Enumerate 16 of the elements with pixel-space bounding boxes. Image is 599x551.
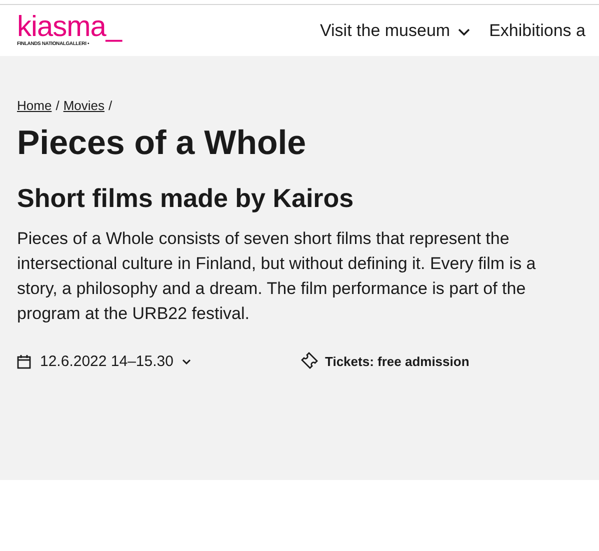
date-dropdown[interactable]: 12.6.2022 14–15.30	[17, 353, 299, 370]
breadcrumb-link[interactable]: Movies	[63, 98, 104, 113]
nav-link[interactable]: Exhibitions a	[489, 20, 586, 40]
tickets-text: Tickets: free admission	[325, 354, 470, 369]
page-title: Pieces of a Whole	[17, 123, 308, 163]
breadcrumb-separator: /	[108, 98, 112, 113]
logo-wordmark[interactable]: kiasma_	[17, 14, 320, 40]
calendar-icon	[17, 354, 31, 369]
breadcrumb-link[interactable]: Home	[17, 98, 52, 113]
chevron-icon	[182, 358, 192, 364]
nav-link[interactable]: Visit the museum	[320, 20, 450, 40]
breadcrumb-separator: /	[56, 98, 60, 113]
ticket-icon	[299, 352, 318, 371]
page-subtitle: Short films made by Kairos	[17, 182, 355, 214]
chevron-icon[interactable]	[458, 28, 470, 36]
description-paragraph: Pieces of a Whole consists of seven short films that represent the intersectional culture in Finland, but without defining it. Every film is a story, a philosophy and a dream. The film performance is part of the program at the URB22 festival.	[17, 228, 537, 325]
